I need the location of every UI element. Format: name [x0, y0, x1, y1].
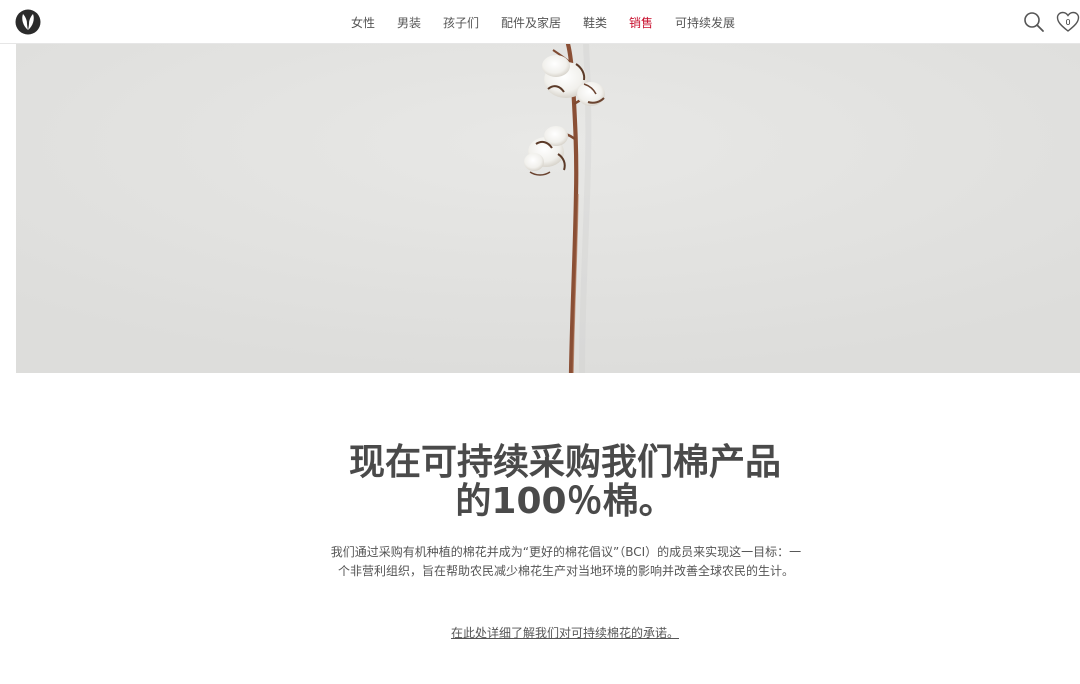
- header-actions: 0: [1022, 0, 1080, 44]
- page-headline: 现在可持续采购我们棉产品的100％棉。: [348, 442, 781, 522]
- wishlist-button[interactable]: 0: [1056, 10, 1080, 34]
- nav-item-sale[interactable]: 销售: [629, 14, 653, 31]
- search-icon[interactable]: [1022, 10, 1046, 34]
- hero-image: [16, 44, 1080, 373]
- body-paragraph: 我们通过采购有机种植的棉花并成为“更好的棉花倡议”（BCI）的成员来实现这一目标…: [330, 545, 802, 578]
- main-nav: 女性 男装 孩子们 配件及家居 鞋类 销售 可持续发展: [0, 0, 1080, 44]
- learn-more-link[interactable]: 在此处详细了解我们对可持续棉花的承诺。: [340, 624, 790, 641]
- nav-item-shoes[interactable]: 鞋类: [583, 14, 607, 31]
- nav-item-kids[interactable]: 孩子们: [443, 14, 479, 31]
- cotton-branch-photo: [16, 44, 1080, 373]
- nav-item-men[interactable]: 男装: [397, 14, 421, 31]
- nav-item-sustainability[interactable]: 可持续发展: [675, 14, 735, 31]
- nav-item-accessories-home[interactable]: 配件及家居: [501, 14, 561, 31]
- site-header: 女性 男装 孩子们 配件及家居 鞋类 销售 可持续发展 0: [0, 0, 1080, 44]
- nav-item-women[interactable]: 女性: [351, 14, 375, 31]
- wishlist-count-badge: 0: [1065, 18, 1071, 27]
